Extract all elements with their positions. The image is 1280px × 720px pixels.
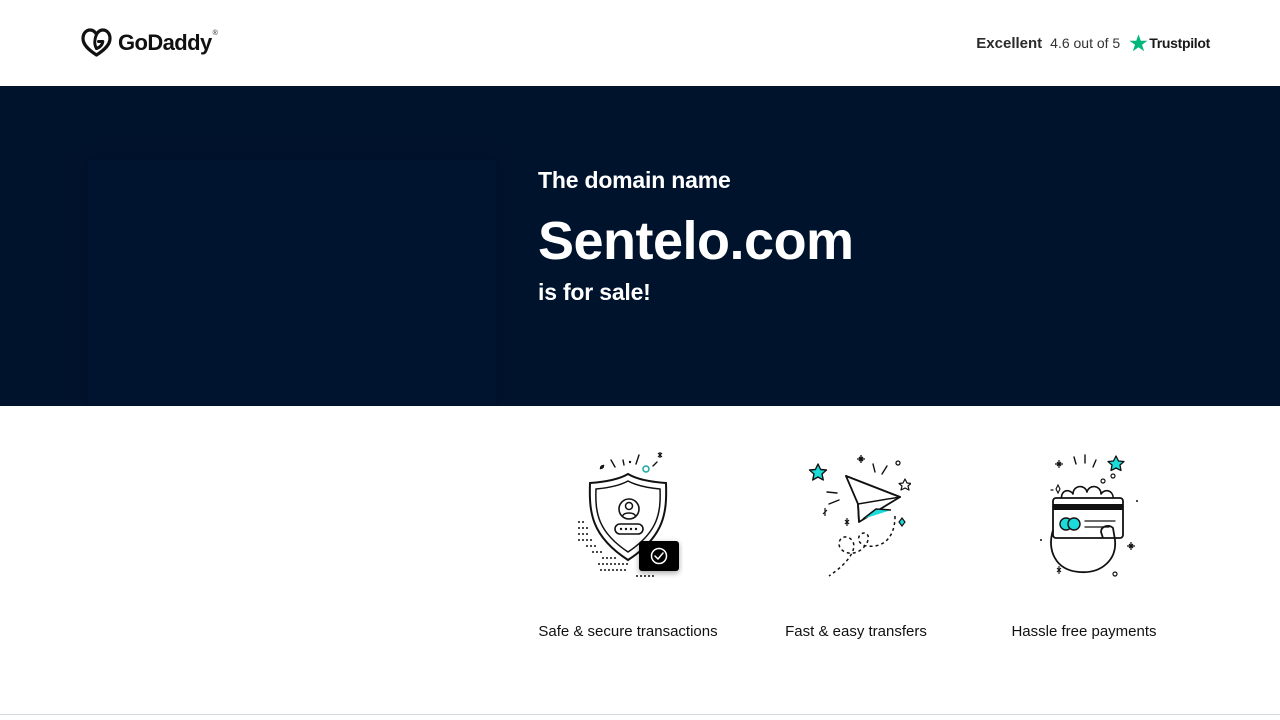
site-header: GoDaddy® Excellent 4.6 out of 5 Trustpil… (0, 0, 1280, 86)
hero-text: The domain name Sentelo.com is for sale! (538, 166, 854, 306)
feature-caption: Hassle free payments (1011, 623, 1157, 640)
feature-hassle-free-payments: Hassle free payments (974, 452, 1194, 641)
hero-post-text: is for sale! (538, 279, 651, 305)
feature-caption: Fast & easy transfers (785, 623, 927, 640)
trustpilot-wordmark: Trustpilot (1149, 35, 1210, 51)
shield-check-icon (578, 452, 679, 577)
paper-plane-icon (808, 455, 911, 577)
godaddy-logo-icon (81, 28, 112, 57)
bottom-divider (0, 714, 1280, 715)
trustpilot-rating[interactable]: Excellent 4.6 out of 5 Trustpilot (976, 31, 1210, 55)
godaddy-logo[interactable]: GoDaddy® (81, 28, 218, 57)
rating-score: 4.6 out of 5 (1050, 35, 1121, 51)
hand-card-icon (1040, 454, 1138, 577)
feature-secure-transactions: Safe & secure transactions (518, 452, 738, 641)
feature-caption: Safe & secure transactions (538, 623, 718, 640)
hero-ghost-bar (104, 374, 474, 406)
hero-ghost-panel (88, 160, 496, 406)
feature-easy-transfers: Fast & easy transfers (746, 452, 966, 641)
hero-banner: The domain name Sentelo.com is for sale! (0, 86, 1280, 406)
hero-pre-text: The domain name (538, 167, 731, 193)
trustpilot-star-icon (1129, 34, 1148, 52)
domain-name-heading: Sentelo.com (538, 211, 854, 271)
logo-text: GoDaddy® (118, 29, 218, 55)
rating-label: Excellent (976, 34, 1043, 52)
